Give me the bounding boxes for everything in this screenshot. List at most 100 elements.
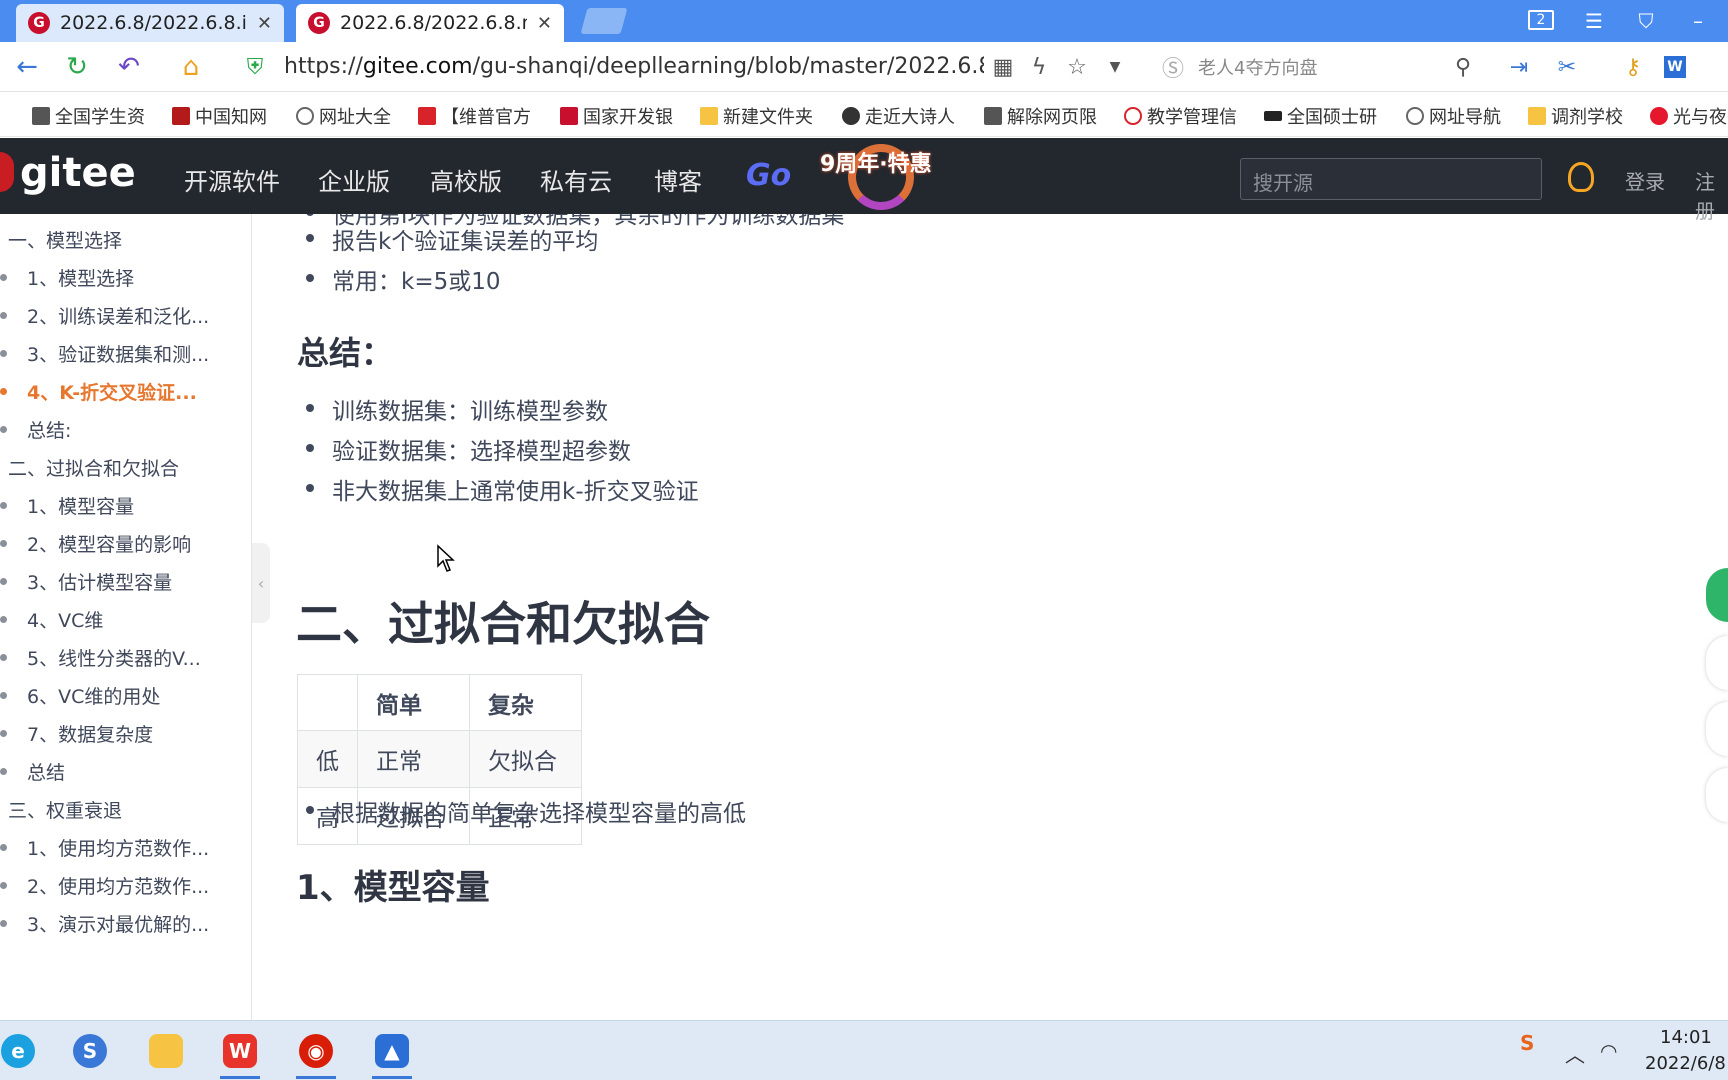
toc-item[interactable]: 2、使用均方范数作... [0,872,209,899]
toc-item[interactable]: 5、线性分类器的V... [0,644,201,671]
clock-date[interactable]: 2022/6/8 [1645,1053,1726,1074]
chevron-up-icon[interactable]: ︿ [1565,1039,1585,1068]
bookmark-item[interactable]: 走近大诗人 [842,103,955,129]
bookmark-item[interactable]: 网址导航 [1406,103,1501,129]
url-field[interactable]: https://gitee.com/gu-shanqi/deepllearnin… [284,54,984,79]
list-item: 报告k个验证集误差的平均 [305,222,598,256]
bookmark-item[interactable]: 光与夜 [1650,103,1727,129]
mouse-cursor-icon [437,544,455,572]
bookmark-label: 网址大全 [319,107,391,128]
refresh-icon[interactable]: ↻ [62,52,92,82]
secure-shield-icon[interactable]: ⛨ [240,52,270,82]
chevron-down-icon[interactable]: ▼ [1100,52,1130,82]
toc-label: 4、K-折交叉验证... [27,382,197,404]
bookmark-item[interactable]: 调剂学校 [1528,103,1623,129]
bullet-icon [0,312,7,319]
home-icon[interactable]: ⌂ [176,52,206,82]
weibo-icon [1650,107,1668,125]
login-link[interactable]: 登录 [1625,166,1665,195]
register-link[interactable]: 注册 [1695,166,1728,224]
photos-app[interactable]: ▲ [368,1027,416,1079]
clock-time[interactable]: 14:01 [1660,1027,1712,1048]
file-explorer-app[interactable] [142,1027,190,1075]
back-icon[interactable]: ← [12,52,42,82]
sogou-browser-app[interactable]: S [66,1027,114,1075]
key-icon[interactable]: ⚷ [1618,52,1648,82]
nav-enterprise[interactable]: 企业版 [318,162,390,197]
bookmark-item[interactable]: 国家开发银 [560,103,673,129]
new-tab-button[interactable] [580,8,628,34]
bookmark-item[interactable]: 网址大全 [296,103,391,129]
toc-item[interactable]: 1、模型选择 [0,264,134,291]
toc-item[interactable]: 三、权重衰退 [8,796,122,823]
undo-close-icon[interactable]: ↶ [114,52,144,82]
minimize-icon[interactable]: – [1684,8,1712,34]
toc-label: 一、模型选择 [8,230,123,252]
toc-item[interactable]: 1、使用均方范数作... [0,834,209,861]
toc-item[interactable]: 2、训练误差和泛化... [0,302,209,329]
word-icon[interactable]: W [1664,56,1686,78]
toc-item[interactable]: 二、过拟合和欠拟合 [8,454,179,481]
nav-university[interactable]: 高校版 [430,162,502,197]
bookmark-item[interactable]: 中国知网 [172,103,267,129]
bookmark-item[interactable]: 教学管理信 [1124,103,1237,129]
toc-item[interactable]: 3、演示对最优解的... [0,910,209,937]
side-widget[interactable] [1706,636,1728,690]
bookmark-item[interactable]: 全国学生资 [32,103,145,129]
url-path: /gu-shanqi/deepllearning/blob/master/202… [472,54,984,79]
search-icon[interactable]: ⚲ [1448,52,1478,82]
tab-md[interactable]: G 2022.6.8/2022.6.8.md ✕ [296,4,564,42]
toc-item[interactable]: 4、VC维 [0,606,103,633]
promo-banner[interactable]: 9周年·特惠 [820,146,932,178]
toc-item-active[interactable]: 4、K-折交叉验证... [0,378,197,405]
toc-item[interactable]: 3、验证数据集和测... [0,340,209,367]
toc-item[interactable]: 总结: [0,416,71,443]
edge-browser-app[interactable]: e [0,1027,42,1075]
login-arrow-icon[interactable]: ⇥ [1504,52,1534,82]
wps-app[interactable]: W [216,1027,264,1079]
skin-icon[interactable]: ⛉ [1632,8,1660,34]
netease-music-app[interactable]: ◉ [292,1027,340,1079]
toc-item[interactable]: 1、模型容量 [0,492,134,519]
qr-code-icon[interactable]: ▦ [988,52,1018,82]
wifi-icon[interactable]: ◠ [1600,1039,1617,1063]
nav-blog[interactable]: 博客 [654,162,702,197]
toc-label: 4、VC维 [27,610,104,632]
menu-icon[interactable]: ☰ [1580,8,1608,34]
bookmark-item[interactable]: 全国硕士研 [1264,103,1377,129]
star-icon[interactable]: ☆ [1062,52,1092,82]
side-widget[interactable] [1706,702,1728,756]
close-icon[interactable]: ✕ [537,13,552,34]
toc-label: 3、估计模型容量 [27,572,173,594]
toc-item[interactable]: 总结 [0,758,65,785]
list-item: 常用：k=5或10 [306,262,501,296]
feedback-widget[interactable] [1706,568,1728,622]
sidebar-collapse-handle[interactable]: ‹ [252,543,270,623]
folder-icon [149,1034,183,1068]
scissors-icon[interactable]: ✂ [1552,52,1582,82]
gitee-logo[interactable]: gitee [0,150,136,196]
bookmark-item[interactable]: 解除网页限 [984,103,1097,129]
close-icon[interactable]: ✕ [257,13,272,34]
bookmark-item[interactable]: 新建文件夹 [700,103,813,129]
toc-item[interactable]: 3、估计模型容量 [0,568,172,595]
address-bar: ← ↻ ↶ ⌂ ⛨ https://gitee.com/gu-shanqi/de… [0,42,1728,92]
bookmark-item[interactable]: 【维普官方 [418,103,531,129]
toc-item[interactable]: 2、模型容量的影响 [0,530,191,557]
sogou-ime-icon[interactable]: S [1520,1031,1534,1055]
browser-search-input[interactable]: 老人4夺方向盘 [1198,54,1317,80]
nav-open-source[interactable]: 开源软件 [184,162,280,197]
bullet-icon [0,768,7,775]
toc-item[interactable]: 6、VC维的用处 [0,682,160,709]
cnki-icon [172,107,190,125]
lightbulb-icon[interactable] [1568,162,1594,192]
side-widget[interactable] [1706,768,1728,822]
nav-private-cloud[interactable]: 私有云 [540,162,612,197]
gitee-search-input[interactable]: 搜开源 [1240,158,1542,200]
tab-ipynb[interactable]: G 2022.6.8/2022.6.8.ipynb ✕ [16,4,284,42]
nav-go[interactable]: Go [746,158,791,193]
toc-item[interactable]: 7、数据复杂度 [0,720,153,747]
toc-item[interactable]: 一、模型选择 [8,226,122,253]
window-count-badge[interactable]: 2 [1528,10,1554,30]
lightning-icon[interactable]: ϟ [1024,52,1054,82]
